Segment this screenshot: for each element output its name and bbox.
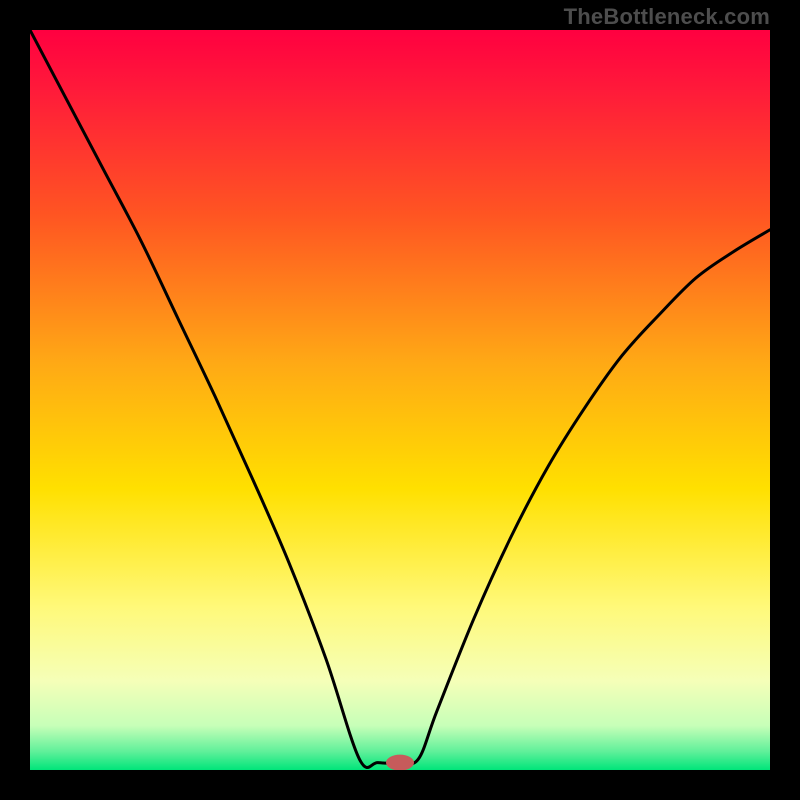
plot-area — [30, 30, 770, 770]
optimum-marker — [386, 755, 414, 770]
watermark-text: TheBottleneck.com — [564, 4, 770, 30]
chart-frame: TheBottleneck.com — [0, 0, 800, 800]
plot-svg — [30, 30, 770, 770]
gradient-background — [30, 30, 770, 770]
